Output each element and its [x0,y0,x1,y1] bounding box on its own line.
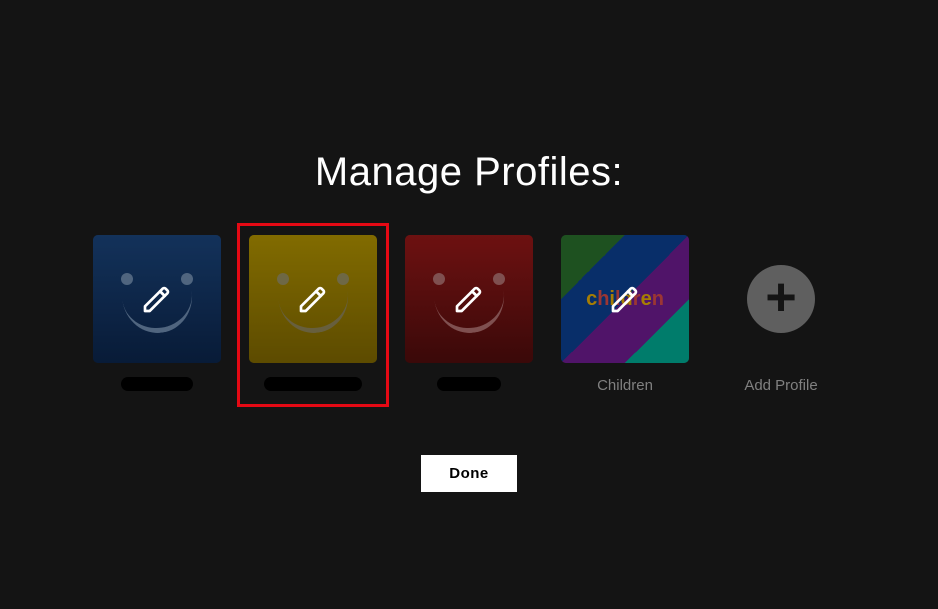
profile-name [437,377,501,395]
edit-overlay[interactable] [561,235,689,363]
profile-1[interactable] [249,235,377,395]
profile-0[interactable] [93,235,221,395]
pencil-icon [609,283,641,315]
profile-2[interactable] [405,235,533,395]
add-profile[interactable]: + Add Profile [717,235,845,395]
pencil-icon [453,283,485,315]
profile-3[interactable]: children Children [561,235,689,395]
edit-overlay[interactable] [405,235,533,363]
done-button[interactable]: Done [421,455,517,492]
profile-avatar[interactable] [93,235,221,363]
profile-name [264,377,362,395]
edit-overlay[interactable] [249,235,377,363]
children-profile-tile[interactable]: children [561,235,689,363]
profile-avatar[interactable] [249,235,377,363]
page-title: Manage Profiles: [315,150,623,195]
edit-overlay[interactable] [93,235,221,363]
profile-avatar[interactable] [405,235,533,363]
profile-name: Children [597,377,653,395]
pencil-icon [297,283,329,315]
add-icon[interactable]: + [747,265,815,333]
pencil-icon [141,283,173,315]
add-profile-tile[interactable]: + [717,235,845,363]
profile-name [121,377,193,395]
profile-list: children Children + Add Profile [93,235,845,395]
profile-name: Add Profile [744,377,817,395]
